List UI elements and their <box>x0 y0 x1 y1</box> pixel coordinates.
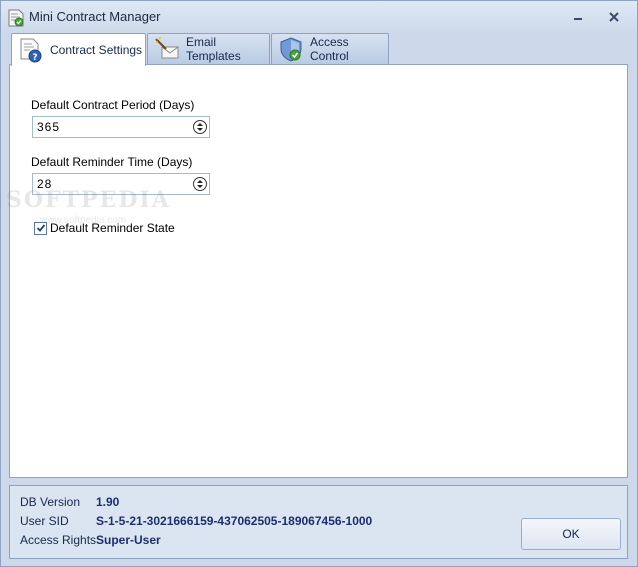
tab-strip: ? Contract Settings Email Templates Acce… <box>11 33 411 66</box>
access-rights-value: Super-User <box>96 533 161 547</box>
reminder-state-label: Default Reminder State <box>50 221 175 235</box>
title-bar[interactable]: Mini Contract Manager <box>1 1 637 33</box>
reminder-time-stepper[interactable] <box>32 173 210 195</box>
db-version-label: DB Version <box>20 495 81 509</box>
tab-contract-settings[interactable]: ? Contract Settings <box>11 33 146 66</box>
contract-settings-icon: ? <box>20 38 42 63</box>
access-rights-label: Access Rights <box>20 533 97 547</box>
checkmark-icon <box>36 224 45 232</box>
reminder-state-checkbox-row[interactable]: Default Reminder State <box>34 221 175 235</box>
close-button[interactable] <box>605 9 623 25</box>
email-templates-icon <box>155 37 179 59</box>
contract-period-label: Default Contract Period (Days) <box>31 98 195 112</box>
minimize-icon <box>574 18 582 20</box>
shield-icon <box>280 37 302 62</box>
contract-period-stepper[interactable] <box>32 116 210 138</box>
user-sid-label: User SID <box>20 514 69 528</box>
main-window: Mini Contract Manager ? Contract Setting… <box>0 0 638 567</box>
close-icon <box>609 12 619 22</box>
app-icon <box>8 9 24 27</box>
reminder-state-checkbox[interactable] <box>34 221 47 235</box>
tab-label: Contract Settings <box>50 43 143 57</box>
user-sid-value: S-1-5-21-3021666159-437062505-189067456-… <box>96 514 373 528</box>
tab-email-templates[interactable]: Email Templates <box>147 33 270 64</box>
reminder-time-input[interactable] <box>33 174 188 194</box>
status-footer: DB Version 1.90 User SID S-1-5-21-302166… <box>9 485 628 559</box>
tab-label: Email Templates <box>186 35 241 63</box>
spin-arrows-icon[interactable] <box>193 176 207 192</box>
contract-settings-panel: Default Contract Period (Days) Default R… <box>6 64 628 478</box>
svg-text:?: ? <box>32 53 37 63</box>
reminder-time-label: Default Reminder Time (Days) <box>31 155 193 169</box>
tab-access-control[interactable]: Access Control <box>271 33 389 64</box>
window-title: Mini Contract Manager <box>29 9 161 24</box>
minimize-button[interactable] <box>569 9 587 25</box>
ok-button[interactable]: OK <box>521 518 621 550</box>
db-version-value: 1.90 <box>96 495 120 509</box>
contract-period-input[interactable] <box>33 117 188 137</box>
spin-arrows-icon[interactable] <box>193 119 207 135</box>
tab-label: Access Control <box>310 35 349 63</box>
